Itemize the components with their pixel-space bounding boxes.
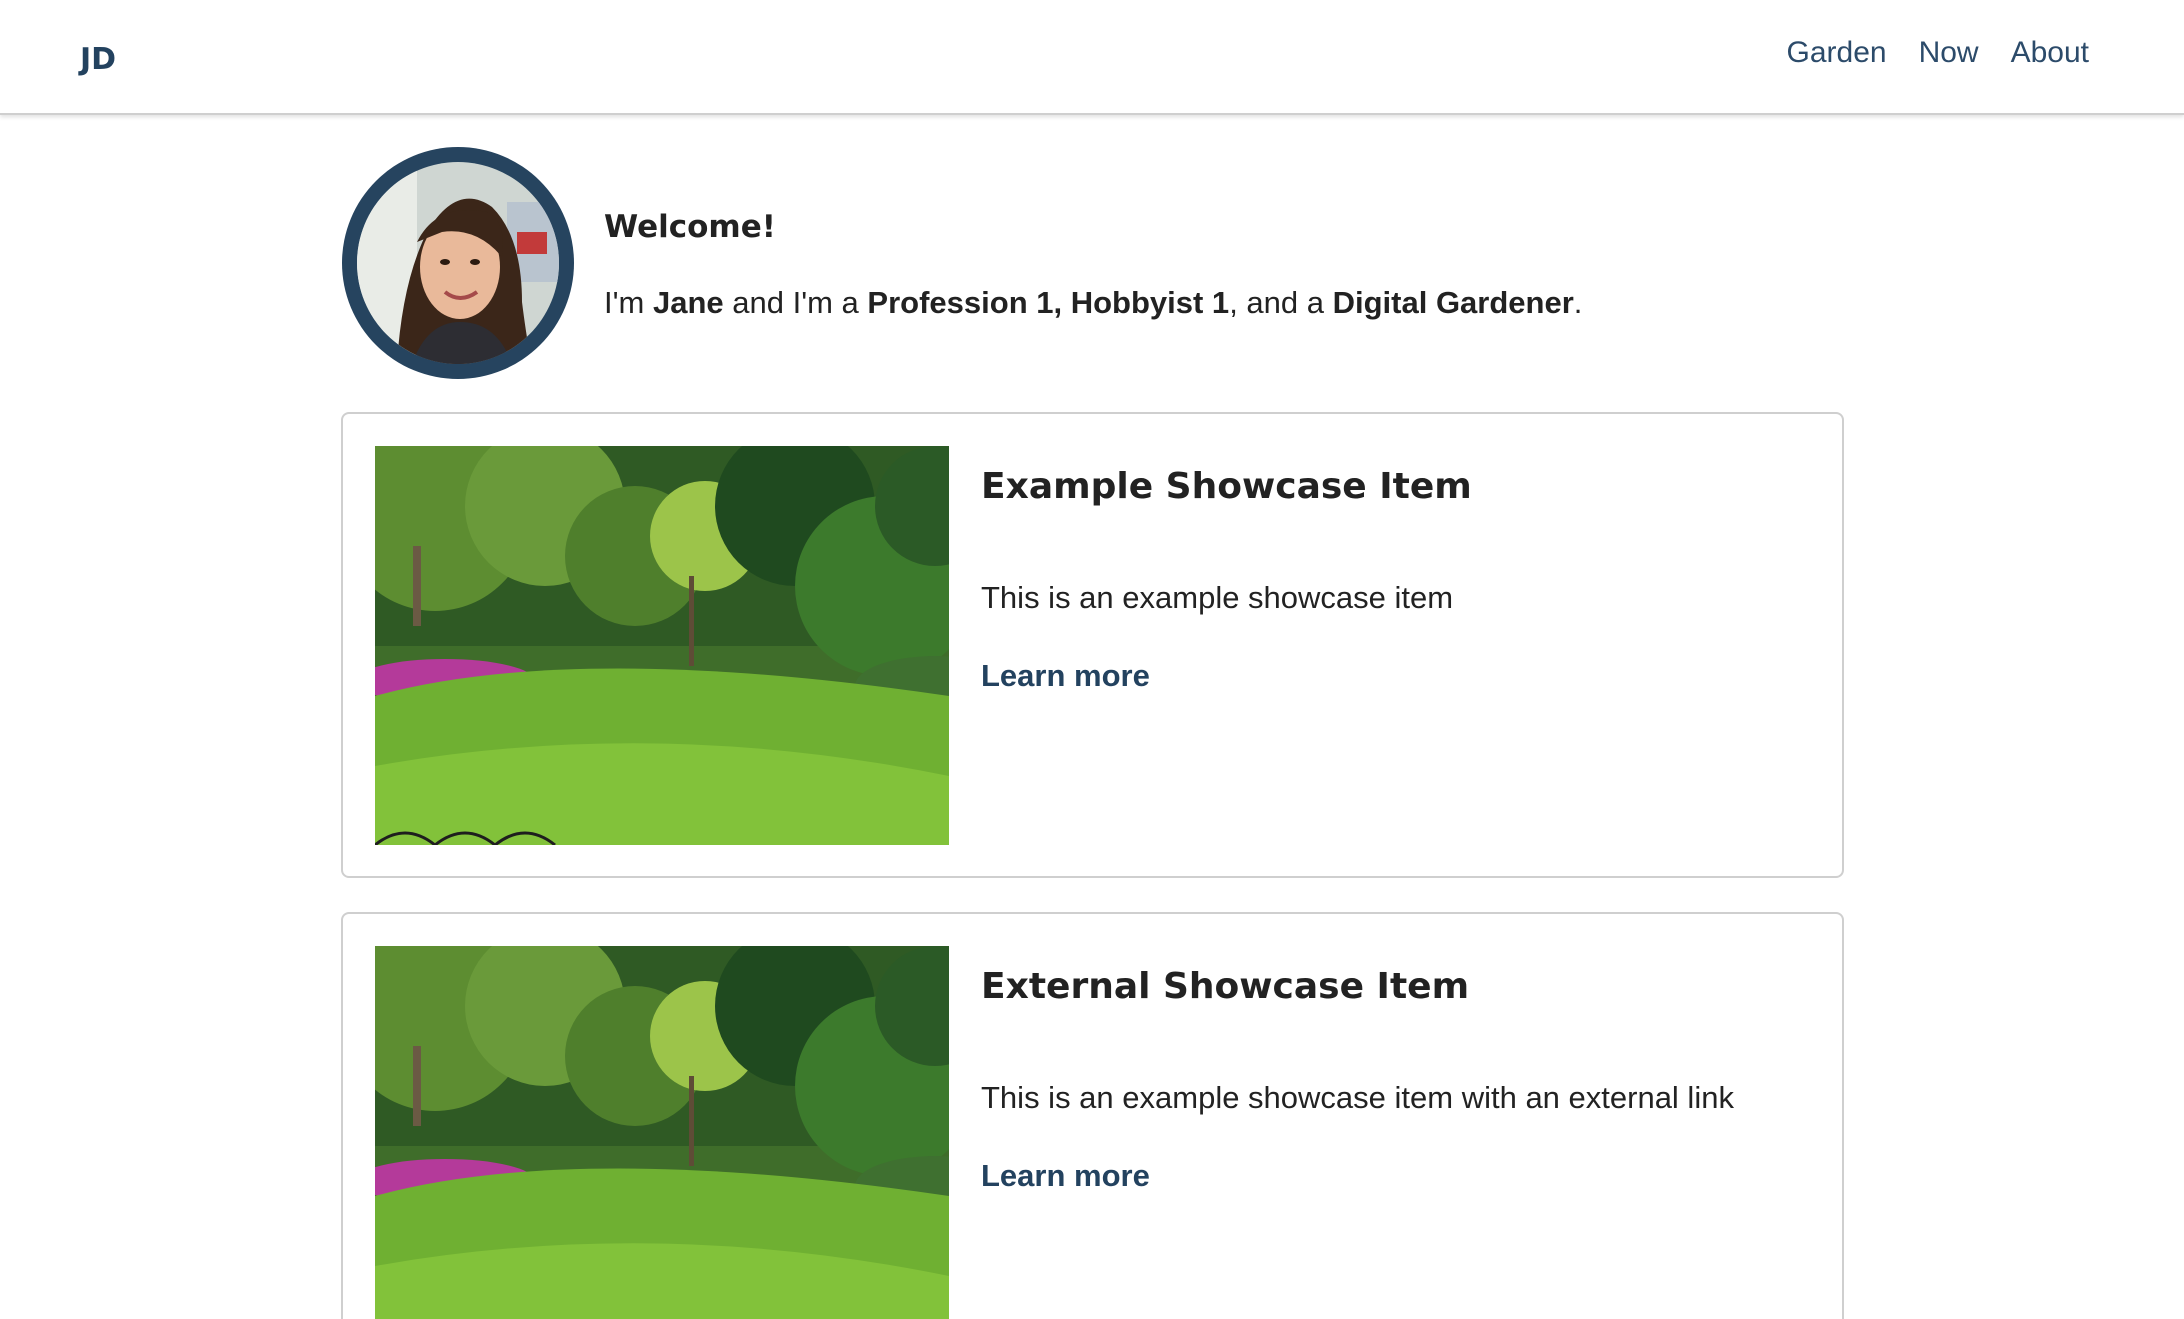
main-nav: Garden Now About bbox=[1787, 36, 2090, 70]
site-logo[interactable]: JD bbox=[80, 42, 116, 77]
learn-more-link[interactable]: Learn more bbox=[981, 658, 1150, 694]
learn-more-link[interactable]: Learn more bbox=[981, 1158, 1150, 1194]
bio-title: Digital Gardener bbox=[1332, 285, 1574, 320]
showcase-description: This is an example showcase item with an… bbox=[981, 1080, 1734, 1115]
nav-link-garden[interactable]: Garden bbox=[1787, 36, 1887, 70]
welcome-heading: Welcome! bbox=[604, 209, 776, 245]
showcase-title: External Showcase Item bbox=[981, 966, 1470, 1007]
bio-roles: Profession 1, Hobbyist 1 bbox=[867, 285, 1230, 320]
site-header: JD Garden Now About bbox=[0, 0, 2184, 115]
nav-link-now[interactable]: Now bbox=[1919, 36, 1979, 70]
showcase-description: This is an example showcase item bbox=[981, 580, 1454, 615]
showcase-title: Example Showcase Item bbox=[981, 466, 1472, 507]
showcase-image bbox=[375, 446, 949, 845]
bio-name: Jane bbox=[652, 285, 724, 320]
nav-link-about[interactable]: About bbox=[2011, 36, 2089, 70]
showcase-card: Example Showcase Item This is an example… bbox=[341, 412, 1844, 878]
intro-section: Welcome! I'm Jane and I'm a Profession 1… bbox=[342, 147, 1842, 379]
bio-text: I'm Jane and I'm a Profession 1, Hobbyis… bbox=[604, 285, 1583, 320]
avatar bbox=[342, 147, 574, 379]
showcase-image bbox=[375, 946, 949, 1319]
showcase-card: External Showcase Item This is an exampl… bbox=[341, 912, 1844, 1319]
profile-photo bbox=[357, 162, 559, 364]
